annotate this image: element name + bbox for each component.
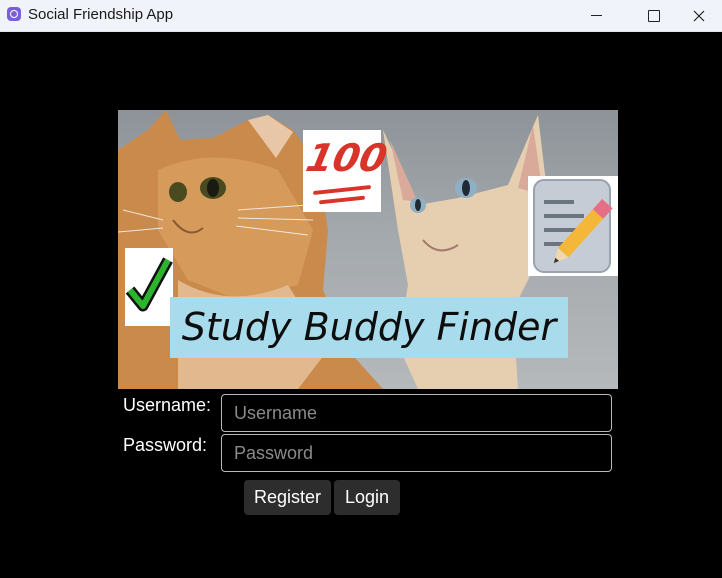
hundred-points-emoji: 100 (302, 130, 391, 212)
check-mark-emoji (125, 248, 173, 326)
window-title: Social Friendship App (28, 6, 174, 23)
app-icon (7, 7, 21, 21)
banner-image: 100 Study Buddy Finder (118, 110, 618, 389)
password-input[interactable] (221, 434, 612, 472)
login-button[interactable]: Login (334, 480, 400, 515)
register-button[interactable]: Register (244, 480, 331, 515)
memo-pencil-emoji (528, 176, 618, 276)
password-label: Password: (123, 435, 208, 455)
username-input[interactable] (221, 394, 612, 432)
minimize-icon (590, 15, 602, 16)
hundred-text: 100 (302, 136, 392, 180)
maximize-icon (648, 9, 660, 22)
close-icon (693, 10, 705, 21)
maximize-button[interactable] (631, 0, 677, 31)
close-button[interactable] (676, 0, 722, 31)
title-bar[interactable]: Social Friendship App (0, 0, 722, 32)
banner-title: Study Buddy Finder (170, 297, 568, 358)
minimize-button[interactable] (573, 0, 619, 31)
username-label: Username: (123, 395, 212, 415)
